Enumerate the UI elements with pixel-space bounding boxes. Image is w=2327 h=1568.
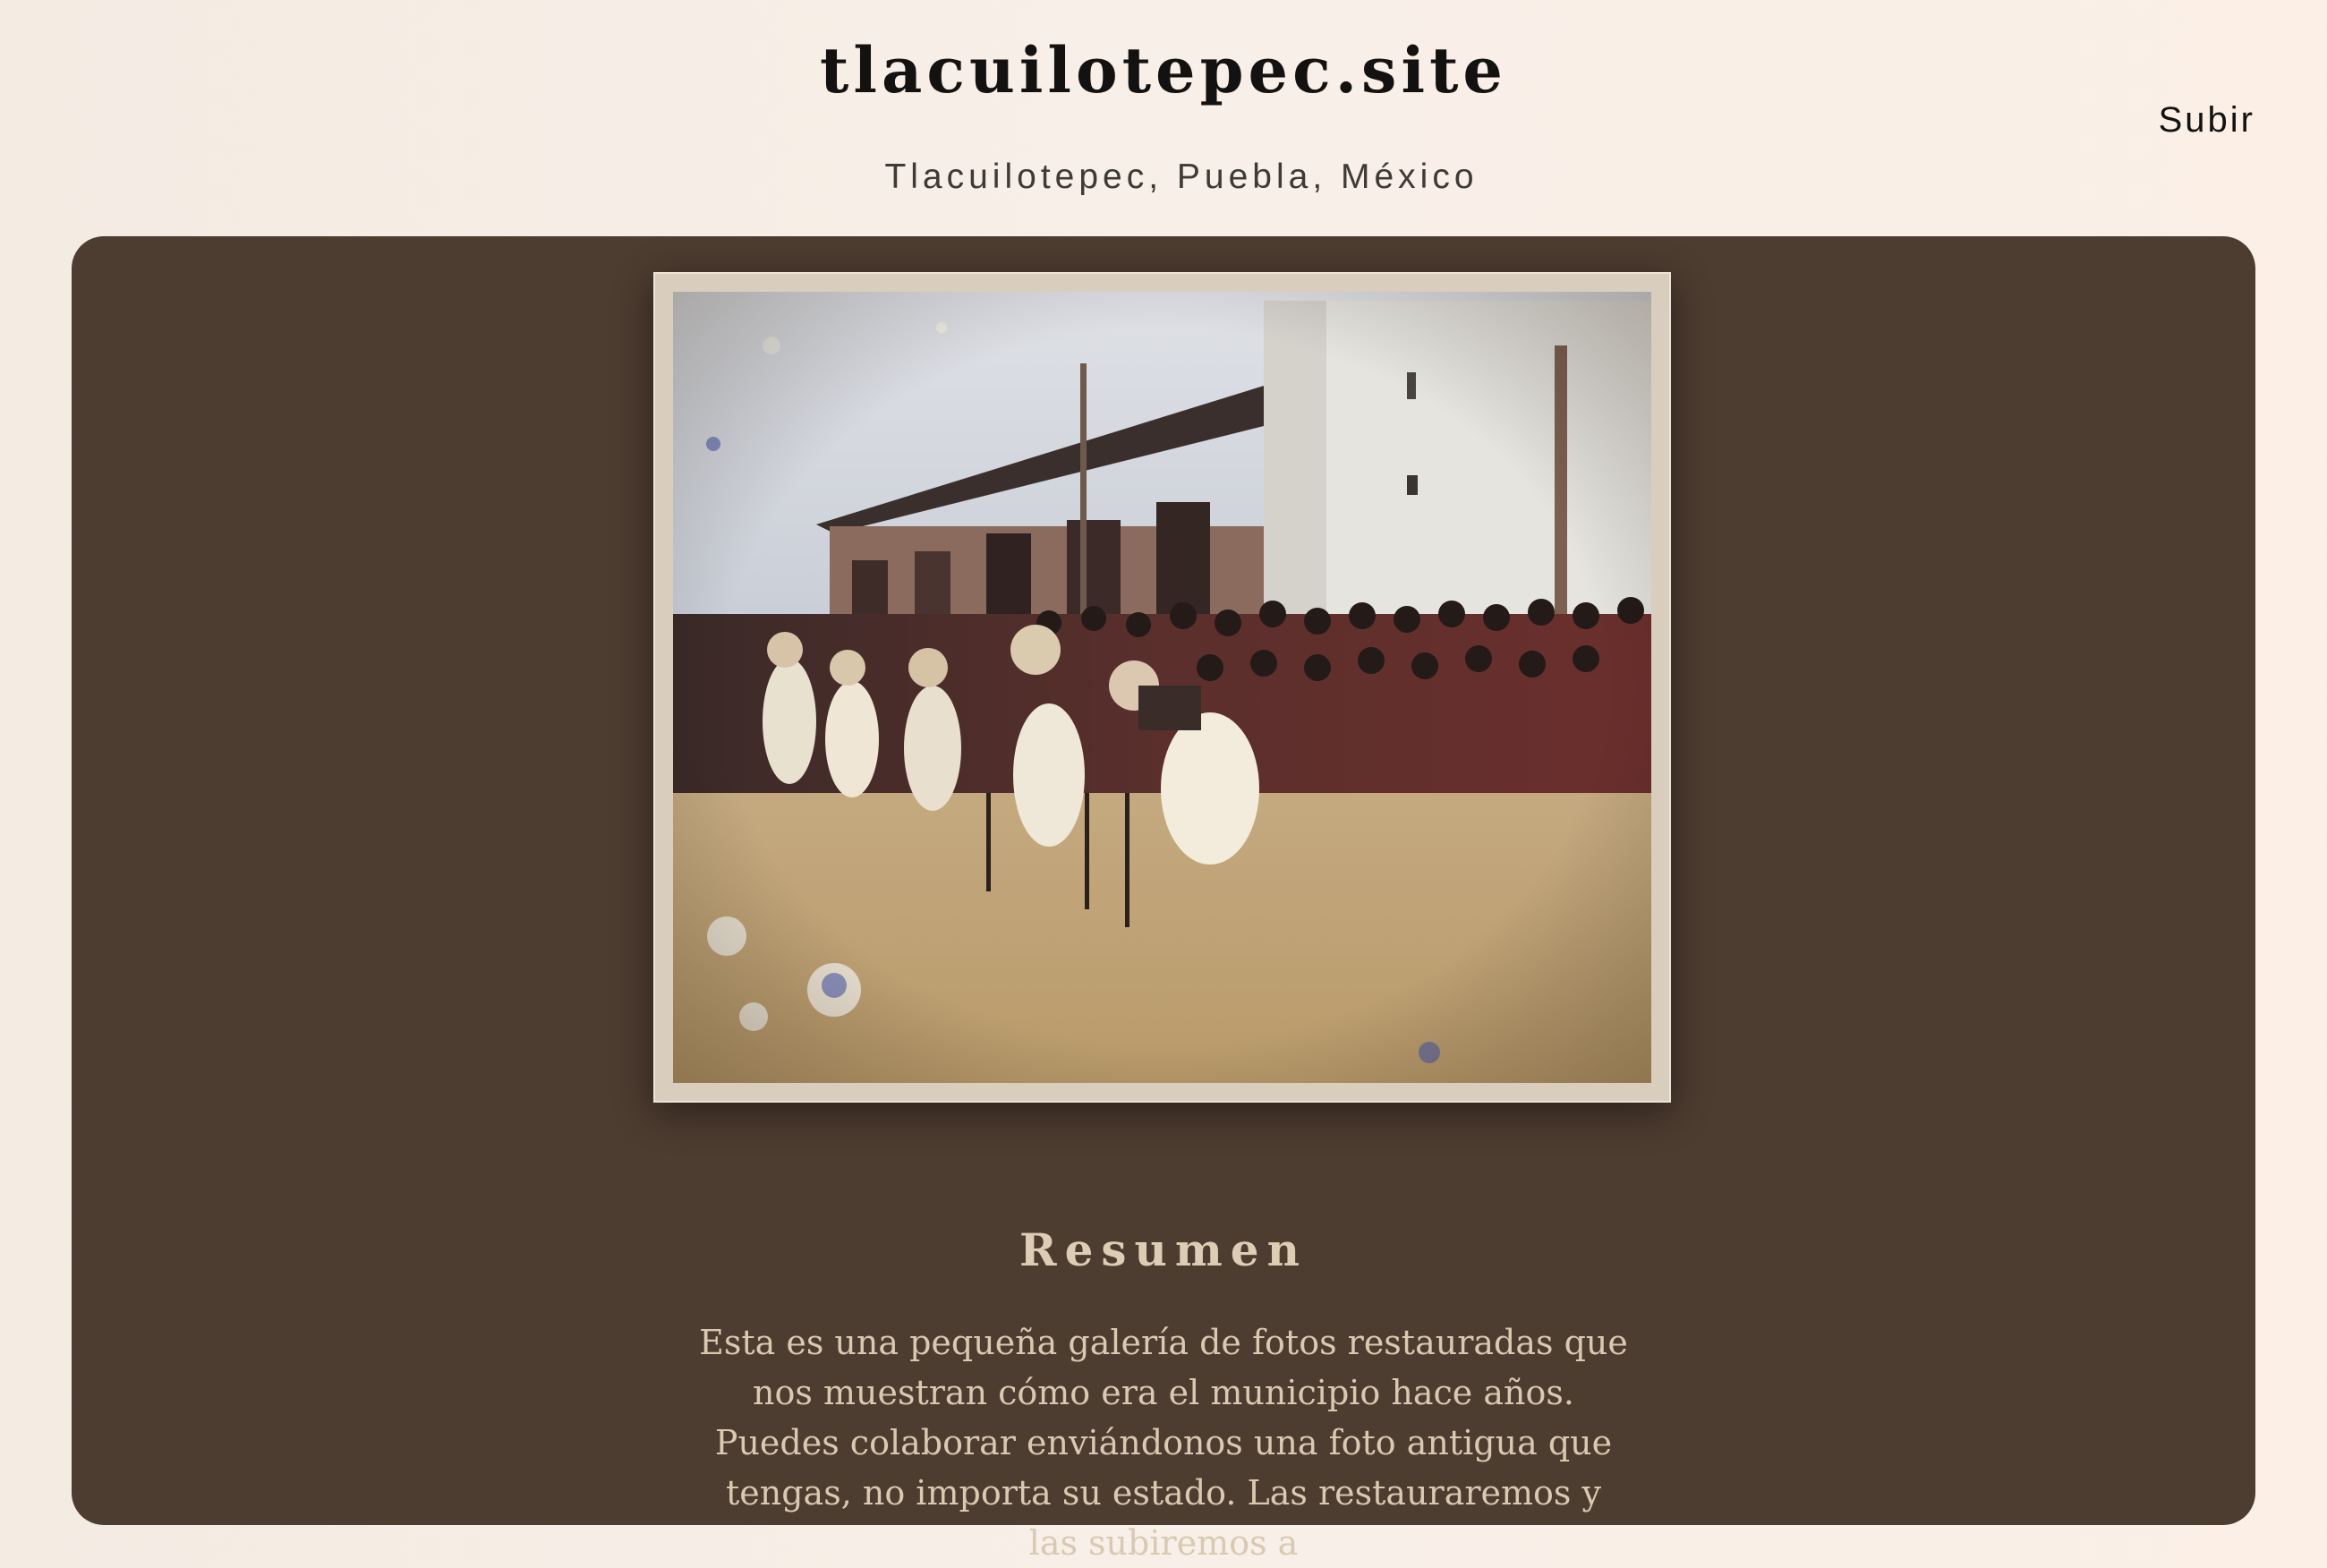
content-panel: Resumen Esta es una pequeña galería de f… xyxy=(72,236,2255,1525)
summary-heading: Resumen xyxy=(72,1228,2255,1273)
upload-link[interactable]: Subir xyxy=(2159,102,2255,138)
site-title: tlacuilotepec.site xyxy=(0,39,2327,102)
summary-text: Esta es una pequeña galería de fotos res… xyxy=(698,1317,1629,1568)
restored-photo-image xyxy=(673,292,1651,1083)
site-subtitle: Tlacuilotepec, Puebla, México xyxy=(0,159,2327,194)
photo-frame[interactable] xyxy=(653,272,1671,1103)
